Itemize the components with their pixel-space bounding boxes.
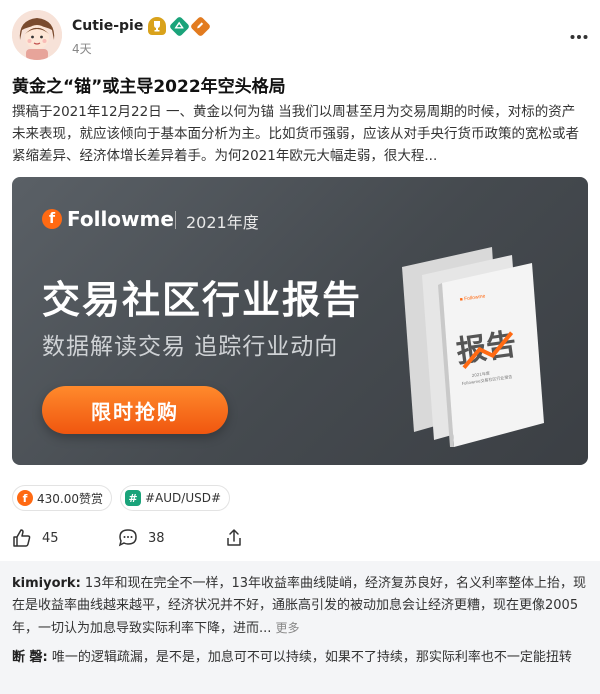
banner-year: 2021年度 [186,213,259,232]
share-icon [224,528,244,548]
level-icon[interactable] [168,15,191,38]
like-button[interactable]: 45 [12,520,59,556]
tag-list: f 430.00赞赏 # #AUD/USD# [12,485,231,511]
avatar[interactable] [12,10,62,60]
comment-item[interactable]: 断 磬: 唯一的逻辑疏漏，是不是，加息可不可以持续，如果不了持续，那实际利率也不… [12,647,588,669]
post-excerpt[interactable]: 撰稿于2021年12月22日 一、黄金以何为锚 当我们以周甚至月为交易周期的时候… [12,101,588,167]
banner-headline: 交易社区行业报告 [42,278,363,322]
show-more-link[interactable]: 更多 [276,621,300,635]
comment-user[interactable]: 断 磬: [12,650,48,665]
badge-list [148,15,212,38]
post-title[interactable]: 黄金之“锚”或主导2022年空头格局 [12,72,286,97]
comment-user[interactable]: kimiyork: [12,576,81,591]
topic-label: #AUD/USD# [145,491,222,505]
thumbs-up-icon [12,528,32,548]
comment-item[interactable]: kimiyork: 13年和现在完全不一样，13年收益率曲线陡峭，经济复苏良好，… [12,573,588,640]
divider [175,211,176,229]
tip-amount: 430.00赞赏 [37,491,103,506]
tip-tag[interactable]: f 430.00赞赏 [12,485,112,511]
trophy-icon[interactable] [148,17,166,35]
more-options-icon[interactable] [570,24,588,45]
buy-now-button[interactable]: 限时抢购 [42,386,228,434]
brand-name: Followme [67,207,174,231]
comment-icon [118,528,138,548]
author-name[interactable]: Cutie-pie [72,18,143,34]
promo-banner[interactable]: f Followme 2021年度 交易社区行业报告 数据解读交易 追踪行业动向… [12,177,588,465]
report-book-illustration: ■ Followme 报告 2021年度 Followme交易社区行业报告 [392,237,572,447]
topic-tag[interactable]: # #AUD/USD# [120,485,231,511]
action-bar: 45 38 [12,520,588,556]
followme-logo-icon: f [42,209,62,229]
comment-button[interactable]: 38 [118,520,165,556]
share-button[interactable] [224,520,244,556]
comment-count: 38 [148,530,165,546]
pen-icon[interactable] [189,15,212,38]
banner-subline: 数据解读交易 追踪行业动向 [42,334,339,360]
comment-section: kimiyork: 13年和现在完全不一样，13年收益率曲线陡峭，经济复苏良好，… [0,561,600,694]
post-time: 4天 [72,42,92,56]
like-count: 45 [42,530,59,546]
comment-text: 唯一的逻辑疏漏，是不是，加息可不可以持续，如果不了持续，那实际利率也不一定能扭转 [51,650,572,665]
coin-icon: f [17,490,33,506]
post-header: Cutie-pie 4天 [12,10,588,60]
hashtag-icon: # [125,490,141,506]
